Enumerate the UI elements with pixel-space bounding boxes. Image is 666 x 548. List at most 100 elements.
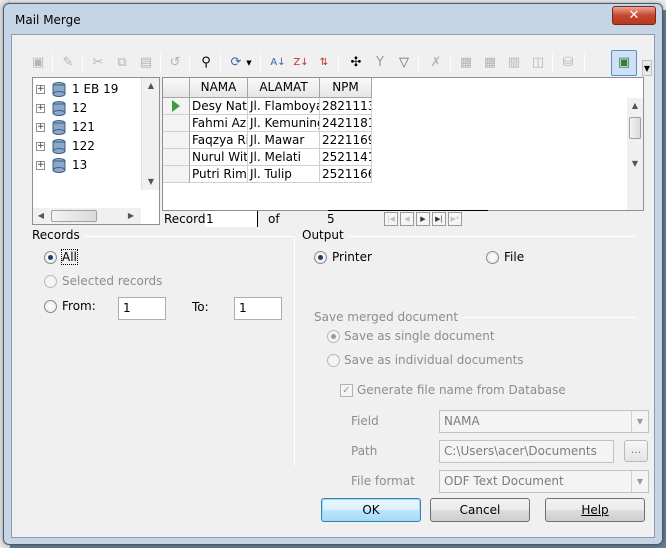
sort-icon[interactable]: ⇅ — [314, 53, 334, 73]
new-record-icon[interactable]: ▶* — [448, 212, 462, 226]
all-records-label[interactable]: All — [61, 249, 78, 265]
refresh-icon[interactable]: ⟳ — [226, 53, 246, 73]
table-cell[interactable]: Jl. Melati — [248, 149, 320, 166]
refresh-dropdown-icon[interactable]: ▼ — [244, 53, 254, 73]
printer-label[interactable]: Printer — [332, 250, 372, 264]
printer-radio[interactable] — [314, 251, 327, 264]
scroll-thumb[interactable] — [51, 210, 97, 222]
record-number-input[interactable]: 1 — [205, 211, 258, 227]
table-cell[interactable]: 22211690 — [320, 132, 372, 149]
apply-filter-icon[interactable]: ▽ — [394, 53, 414, 73]
table-cell[interactable]: Jl. Flamboyan — [248, 98, 320, 115]
expand-icon[interactable]: + — [36, 161, 45, 170]
mail-merge-icon[interactable]: ▥ — [504, 53, 524, 73]
scroll-right-icon[interactable]: ▶ — [123, 208, 139, 224]
from-range-radio[interactable] — [44, 300, 57, 313]
chevron-down-icon[interactable]: ▼ — [631, 471, 648, 492]
help-button[interactable]: Help — [545, 498, 645, 522]
copy-icon[interactable]: ⧉ — [112, 53, 132, 73]
database-icon[interactable]: ⛁ — [558, 53, 578, 73]
row-selector[interactable] — [163, 115, 190, 132]
standard-filter-icon[interactable]: Y — [370, 53, 390, 73]
individual-documents-radio[interactable] — [327, 354, 340, 367]
file-label[interactable]: File — [504, 250, 524, 264]
first-record-icon[interactable]: |◀ — [384, 212, 398, 226]
from-input[interactable]: 1 — [118, 297, 166, 320]
undo-icon[interactable]: ↺ — [165, 53, 185, 73]
auto-filter-icon[interactable]: ✣ — [346, 53, 366, 73]
edit-icon[interactable]: ✎ — [58, 53, 78, 73]
row-selector[interactable] — [163, 166, 190, 183]
row-selector[interactable] — [163, 149, 190, 166]
cut-icon[interactable]: ✂ — [88, 53, 108, 73]
single-document-radio[interactable] — [327, 330, 340, 343]
row-selector[interactable] — [163, 98, 190, 115]
file-radio[interactable] — [486, 251, 499, 264]
table-cell[interactable]: Jl. Mawar — [248, 132, 320, 149]
save-icon[interactable]: ▣ — [28, 53, 48, 73]
close-button[interactable]: ✕ — [612, 6, 656, 25]
expand-icon[interactable]: + — [36, 142, 45, 151]
table-cell[interactable]: Jl. Tulip — [248, 166, 320, 183]
file-format-select[interactable]: ODF Text Document ▼ — [439, 470, 649, 493]
row-selector[interactable] — [163, 132, 190, 149]
expand-icon[interactable]: + — [36, 85, 45, 94]
source-icon[interactable]: ◫ — [528, 53, 548, 73]
tree-item[interactable]: + 121 — [36, 119, 146, 137]
generate-filename-checkbox[interactable]: ✓ — [340, 384, 353, 397]
paste-icon[interactable]: ▤ — [136, 53, 156, 73]
table-cell[interactable]: Jl. Kemuning — [248, 115, 320, 132]
scroll-up-icon[interactable]: ▲ — [143, 78, 159, 94]
data-to-fields-icon[interactable]: ▦ — [480, 53, 500, 73]
toolbar-overflow-icon[interactable]: ▼ — [642, 60, 652, 76]
tree-item[interactable]: + 12 — [36, 100, 146, 118]
previous-record-icon[interactable]: ◀ — [400, 212, 414, 226]
scroll-thumb[interactable] — [629, 117, 641, 139]
scroll-left-icon[interactable]: ◀ — [33, 208, 49, 224]
scroll-up-icon[interactable]: ▲ — [627, 98, 643, 114]
ok-button[interactable]: OK — [321, 498, 421, 522]
data-to-text-icon[interactable]: ▦ — [456, 53, 476, 73]
column-header-alamat[interactable]: ALAMAT — [248, 78, 320, 98]
data-source-tree[interactable]: + 1 EB 19 + 12 + 121 + 122 + 13 ▲ ▼ ◀ ▶ — [32, 77, 160, 225]
all-records-radio[interactable] — [44, 251, 57, 264]
browse-button[interactable]: ... — [624, 440, 648, 462]
save-merged-title: Save merged document — [314, 310, 463, 324]
table-cell[interactable]: 28211139 — [320, 98, 372, 115]
remove-filter-icon[interactable]: ✗ — [426, 53, 446, 73]
table-cell[interactable]: Nurul Wita — [190, 149, 248, 166]
to-input[interactable]: 1 — [234, 297, 282, 320]
selected-records-radio[interactable] — [44, 275, 57, 288]
data-grid[interactable]: NAMA ALAMAT NPM Desy Natal Jl. Flamboyan… — [162, 77, 644, 211]
tree-vertical-scrollbar[interactable]: ▲ ▼ — [141, 78, 159, 190]
table-cell[interactable]: Putri Rima — [190, 166, 248, 183]
table-cell[interactable]: Desy Natal — [190, 98, 248, 115]
expand-icon[interactable]: + — [36, 104, 45, 113]
table-cell[interactable]: 24211812 — [320, 115, 372, 132]
table-cell[interactable]: 25211667 — [320, 166, 372, 183]
find-icon[interactable]: ⚲ — [196, 53, 216, 73]
sort-ascending-icon[interactable]: A↓ — [268, 53, 288, 73]
tree-item[interactable]: + 122 — [36, 138, 146, 156]
field-select[interactable]: NAMA ▼ — [439, 410, 649, 433]
scroll-down-icon[interactable]: ▼ — [143, 174, 159, 190]
next-record-icon[interactable]: ▶ — [416, 212, 430, 226]
chevron-down-icon[interactable]: ▼ — [631, 411, 648, 432]
scroll-down-icon[interactable]: ▼ — [627, 156, 643, 172]
tree-item[interactable]: + 13 — [36, 157, 146, 175]
table-cell[interactable]: 25211413 — [320, 149, 372, 166]
tree-horizontal-scrollbar[interactable]: ◀ ▶ — [33, 208, 141, 224]
tree-item[interactable]: + 1 EB 19 — [36, 81, 146, 99]
path-input[interactable]: C:\Users\acer\Documents — [439, 440, 614, 463]
explorer-on-off-icon[interactable]: ▣ — [611, 50, 637, 76]
expand-icon[interactable]: + — [36, 123, 45, 132]
column-header-nama[interactable]: NAMA — [190, 78, 248, 98]
title-bar[interactable]: Mail Merge ✕ — [4, 4, 662, 34]
table-cell[interactable]: Faqzya Rizl — [190, 132, 248, 149]
column-header-npm[interactable]: NPM — [320, 78, 372, 98]
last-record-icon[interactable]: ▶| — [432, 212, 446, 226]
sort-descending-icon[interactable]: Z↓ — [291, 53, 311, 73]
cancel-button[interactable]: Cancel — [430, 498, 530, 522]
grid-vertical-scrollbar[interactable]: ▲ ▼ — [627, 98, 643, 210]
table-cell[interactable]: Fahmi Aziz — [190, 115, 248, 132]
